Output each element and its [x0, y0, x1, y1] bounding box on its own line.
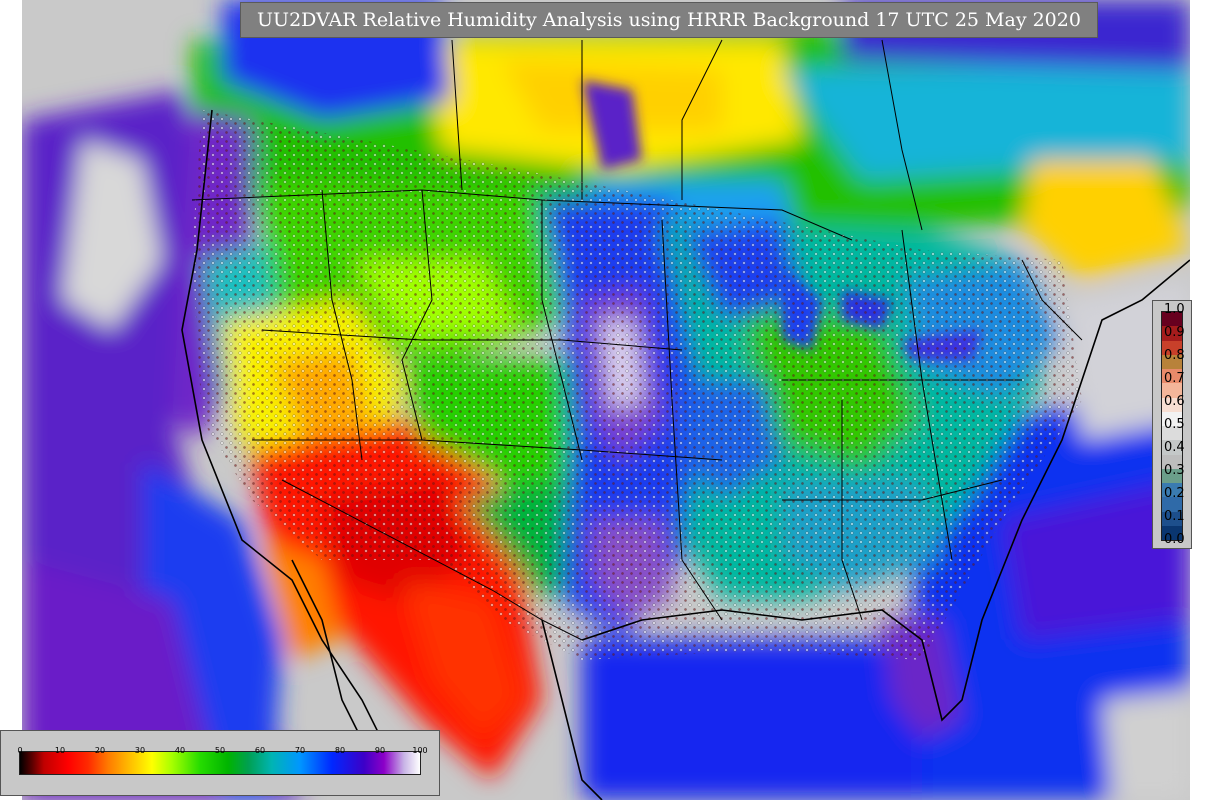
rh-colorbar-tick-label: 80 — [334, 746, 346, 755]
error-colorbar-label: 0.6 — [1164, 394, 1185, 409]
rh-colorbar-tick-label: 30 — [134, 746, 146, 755]
error-colorbar-label: 1.0 — [1164, 302, 1185, 317]
error-colorbar-label: 0.3 — [1164, 463, 1185, 478]
rh-colorbar-tick-label: 10 — [54, 746, 66, 755]
error-colorbar-label: 0.0 — [1164, 532, 1185, 547]
map-title: UU2DVAR Relative Humidity Analysis using… — [240, 2, 1098, 38]
rh-colorbar-tick-label: 90 — [374, 746, 386, 755]
rh-colorbar-tick-label: 40 — [174, 746, 186, 755]
error-colorbar-label: 0.7 — [1164, 371, 1185, 386]
error-colorbar-label: 0.4 — [1164, 440, 1185, 455]
error-colorbar-label: 0.5 — [1164, 417, 1185, 432]
rh-colorbar-tick-label: 60 — [254, 746, 266, 755]
map-canvas — [22, 0, 1190, 800]
humidity-map — [22, 0, 1190, 800]
rh-colorbar-tick-label: 0 — [17, 746, 23, 755]
error-colorbar-label: 0.9 — [1164, 325, 1185, 340]
error-colorbar-label: 0.2 — [1164, 486, 1185, 501]
rh-colorbar-tick-label: 100 — [412, 746, 428, 755]
rh-colorbar-tick-label: 70 — [294, 746, 306, 755]
rh-colorbar-tick-label: 50 — [214, 746, 226, 755]
rh-colorbar — [0, 730, 440, 796]
rh-colorbar-tick-label: 20 — [94, 746, 106, 755]
error-colorbar-label: 0.8 — [1164, 348, 1185, 363]
error-colorbar-label: 0.1 — [1164, 509, 1185, 524]
